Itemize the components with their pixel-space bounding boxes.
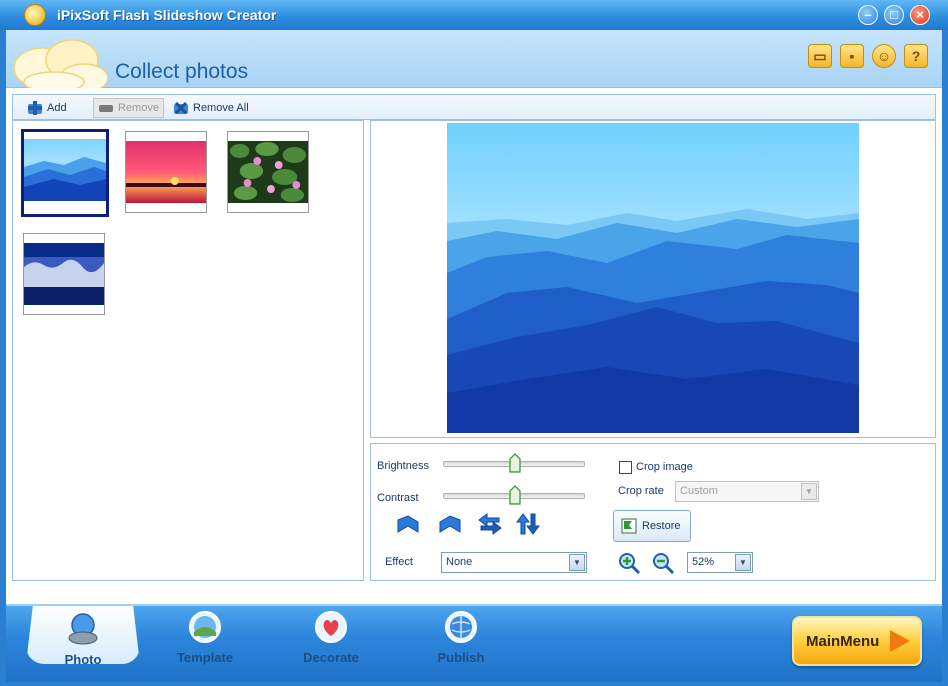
brightness-slider-thumb[interactable] [509,453,521,473]
add-photo-icon [28,101,42,115]
thumbnail-blue-mountains[interactable] [21,129,109,217]
tab-decorate-label: Decorate [303,650,359,665]
brightness-label: Brightness [377,460,429,472]
add-button[interactable]: Add [27,98,67,118]
tab-decorate[interactable]: Decorate [276,610,386,666]
add-label: Add [47,102,67,114]
help-icon[interactable]: ? [904,44,928,68]
effect-value: None [446,556,473,568]
tab-template-label: Template [176,650,234,665]
chevron-down-icon[interactable]: ▼ [801,483,817,500]
restore-icon [621,518,637,534]
tab-photo[interactable]: Photo [26,606,140,664]
page-title: Collect photos [115,60,249,83]
title-bar: iPixSoft Flash Slideshow Creator – □ × [0,0,948,30]
close-button[interactable]: × [910,5,930,25]
folder-icon[interactable]: ▭ [808,44,832,68]
thumbnail-panel [12,120,364,581]
contrast-slider[interactable] [443,485,585,505]
winter-forest-thumbnail-image [24,243,104,305]
arrow-right-icon [890,630,910,652]
flip-horizontal-icon[interactable] [477,512,503,536]
crop-rate-label: Crop rate [618,485,664,497]
remove-label: Remove [118,102,159,114]
decorate-tab-icon [315,611,347,643]
thumbnail-sunset[interactable] [125,131,207,213]
effect-label: Effect [385,556,413,568]
crop-image-checkbox[interactable] [619,461,632,474]
water-lilies-thumbnail-image [228,141,308,203]
thumbnail-water-lilies[interactable] [227,131,309,213]
main-menu-label: MainMenu [806,632,880,650]
page-header: Collect photos ▭ ▪ ☺ ? [6,30,942,88]
window-title: iPixSoft Flash Slideshow Creator [57,7,277,23]
publish-tab-icon [445,611,477,643]
contrast-label: Contrast [377,492,419,504]
crop-rate-select[interactable]: Custom ▼ [675,481,819,502]
remove-all-icon [174,101,188,115]
rotate-right-icon[interactable] [437,512,463,536]
tab-publish-label: Publish [437,650,485,665]
save-icon[interactable]: ▪ [840,44,864,68]
effect-select[interactable]: None ▼ [441,552,587,573]
app-logo-icon [24,4,46,26]
sunset-thumbnail-image [126,141,206,203]
remove-button[interactable]: Remove [93,98,164,118]
photo-toolbar: Add Remove Remove All [12,94,936,120]
user-icon[interactable]: ☺ [872,44,896,68]
zoom-select[interactable]: 52% ▼ [687,552,753,573]
crop-rate-value: Custom [680,485,718,497]
adjustment-panel: Brightness Contrast Effect None ▼ Crop i… [370,443,936,581]
crop-image-label[interactable]: Crop image [636,461,693,473]
flip-vertical-icon[interactable] [515,512,541,536]
bottom-navigation: Photo Template Decorate Publish MainMenu [6,604,942,682]
rotate-left-icon[interactable] [395,512,421,536]
tab-publish[interactable]: Publish [406,610,516,666]
thumbnail-winter-forest[interactable] [23,233,105,315]
remove-all-button[interactable]: Remove All [173,98,249,118]
maximize-button[interactable]: □ [884,5,904,25]
chevron-down-icon[interactable]: ▼ [735,554,751,571]
restore-label: Restore [642,520,681,532]
tab-photo-label: Photo [64,652,102,667]
minimize-button[interactable]: – [858,5,878,25]
zoom-in-icon[interactable] [617,551,641,575]
zoom-out-icon[interactable] [651,551,675,575]
blue-mountains-thumbnail-image [24,139,106,201]
zoom-value: 52% [692,556,715,568]
main-menu-button[interactable]: MainMenu [792,616,922,666]
remove-all-label: Remove All [193,102,249,114]
brightness-slider[interactable] [443,453,585,473]
main-frame: Collect photos ▭ ▪ ☺ ? Add Remove Remove… [6,30,942,610]
template-tab-icon [189,611,221,643]
remove-photo-icon [99,105,113,112]
flower-logo-icon [13,39,108,88]
photo-tab-icon [68,613,98,645]
tab-template[interactable]: Template [150,610,260,666]
contrast-slider-thumb[interactable] [509,485,521,505]
photo-preview-panel [370,120,936,438]
restore-button[interactable]: Restore [613,510,691,542]
chevron-down-icon[interactable]: ▼ [569,554,585,571]
preview-image [447,123,859,433]
